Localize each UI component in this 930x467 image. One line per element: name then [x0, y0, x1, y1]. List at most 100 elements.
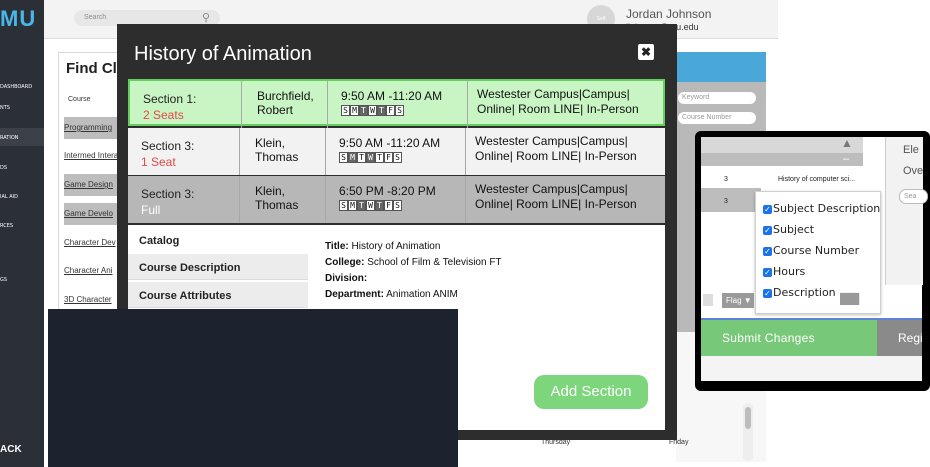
day-box: S [341, 105, 350, 116]
sort-up-icon[interactable]: ▲ [841, 136, 853, 150]
time-cell: 6:50 PM -8:20 PM SMTWTFS [326, 176, 466, 223]
day-box: F [386, 105, 395, 116]
filter-panel-header [676, 52, 766, 82]
day-indicator: SMTWTFS [341, 105, 467, 116]
zoom-search-input[interactable]: Sea [899, 189, 928, 204]
info-department: Department: Animation ANIM [325, 289, 458, 300]
course-number-input[interactable]: Course Number [678, 112, 756, 124]
search-placeholder: Search [84, 14, 107, 21]
register-button[interactable]: Regi [877, 320, 922, 356]
section-name-cell: Section 1: 2 Seats [130, 81, 242, 128]
option-course-number[interactable]: ✓ Course Number [763, 244, 859, 257]
keyword-input[interactable]: Keyword [678, 92, 756, 104]
sidebar-item-dashboard[interactable]: DASHBOARD [0, 84, 32, 90]
tab-course-description[interactable]: Course Description [128, 254, 308, 280]
sidebar-item-registration[interactable]: RATION [0, 135, 19, 141]
day-label-friday: Friday [669, 439, 689, 446]
day-box: T [357, 200, 366, 211]
instructor-last-name: Klein, [255, 184, 286, 198]
location-cell: Westester Campus|Campus| Online| Room LI… [468, 81, 663, 128]
app-logo: MU [0, 6, 37, 31]
day-box: W [366, 152, 375, 163]
course-column-header: Course [68, 96, 91, 103]
day-box: W [368, 105, 377, 116]
zoom-table-subheader [701, 153, 863, 166]
zoom-row-description: History of computer sci... [778, 176, 856, 183]
day-box: M [350, 105, 359, 116]
zoom-square-control[interactable] [703, 294, 713, 306]
day-indicator: SMTWTFS [339, 152, 465, 163]
column-bars-icon: ███ [840, 294, 859, 305]
user-name: Jordan Johnson [626, 7, 712, 21]
checkbox-icon[interactable]: ✓ [763, 267, 772, 277]
location-line-1: Westester Campus|Campus| [475, 182, 628, 196]
option-subject-description[interactable]: ✓ Subject Description [763, 202, 880, 215]
option-hours[interactable]: ✓ Hours [763, 265, 805, 278]
meeting-time: 9:50 AM -11:20 AM [341, 89, 443, 103]
info-college: College: School of Film & Television FT [325, 257, 502, 268]
day-box: T [375, 152, 384, 163]
zoom-table-header [701, 137, 863, 153]
section-row[interactable]: Section 3: Full Klein, Thomas 6:50 PM -8… [128, 176, 665, 223]
tab-catalog[interactable]: Catalog [128, 227, 308, 253]
meeting-time: 9:50 AM -11:20 AM [339, 136, 441, 150]
option-subject[interactable]: ✓ Subject [763, 223, 814, 236]
tab-course-attributes[interactable]: Course Attributes [128, 282, 308, 308]
minus-icon[interactable]: – [843, 153, 849, 165]
day-box: M [348, 200, 357, 211]
day-box: F [384, 152, 393, 163]
section-name: Section 3: [141, 187, 195, 201]
location-line-1: Westester Campus|Campus| [477, 87, 630, 101]
day-box: S [395, 105, 404, 116]
info-division: Division: [325, 273, 368, 284]
flag-dropdown[interactable]: Flag ▼ [722, 293, 754, 308]
checkbox-icon[interactable]: ✓ [763, 204, 772, 214]
sidebar [0, 0, 44, 467]
section-name-cell: Section 3: Full [128, 176, 240, 223]
instructor-first-name: Robert [257, 103, 294, 117]
section-seats: Full [141, 203, 161, 217]
location-line-1: Westester Campus|Campus| [475, 134, 628, 148]
meeting-time: 6:50 PM -8:20 PM [339, 184, 436, 198]
checkbox-icon[interactable]: ✓ [763, 225, 772, 235]
day-indicator: SMTWTFS [339, 200, 465, 211]
sidebar-item-financial-aid[interactable]: IAL AID [0, 194, 18, 200]
checkbox-icon[interactable]: ✓ [763, 288, 772, 298]
day-box: S [339, 200, 348, 211]
search-icon[interactable]: ⚲ [202, 11, 210, 24]
section-row[interactable]: Section 1: 2 Seats Burchfield, Robert 9:… [128, 79, 665, 128]
zoom-table-row-selected[interactable] [701, 188, 761, 212]
sidebar-back-button[interactable]: ACK [0, 444, 22, 455]
time-cell: 9:50 AM -11:20 AM SMTWTFS [328, 81, 468, 128]
day-box: T [375, 200, 384, 211]
sidebar-item-resources[interactable]: RCES [0, 223, 13, 229]
section-name-cell: Section 3: 1 Seat [128, 128, 240, 175]
info-title: Title: History of Animation [325, 241, 441, 252]
sidebar-item-records[interactable]: DS [0, 165, 7, 171]
add-section-button[interactable]: Add Section [534, 375, 648, 409]
location-cell: Westester Campus|Campus| Online| Room LI… [466, 176, 665, 223]
location-cell: Westester Campus|Campus| Online| Room LI… [466, 128, 665, 175]
dark-overlay-panel [48, 309, 458, 467]
modal-title: History of Animation [134, 43, 312, 65]
instructor-first-name: Thomas [255, 150, 299, 164]
section-row[interactable]: Section 3: 1 Seat Klein, Thomas 9:50 AM … [128, 128, 665, 175]
day-box: F [384, 200, 393, 211]
location-line-2: Online| Room LINE| In-Person [475, 149, 637, 163]
sidebar-item-settings[interactable]: GS [0, 277, 7, 283]
day-box: T [377, 105, 386, 116]
location-line-2: Online| Room LINE| In-Person [477, 102, 639, 116]
submit-changes-button[interactable]: Submit Changes [701, 320, 877, 356]
close-icon[interactable]: ✖ [638, 44, 654, 60]
sidebar-item-students[interactable]: NTS [0, 105, 10, 111]
instructor-cell: Burchfield, Robert [242, 81, 328, 128]
option-description[interactable]: ✓ Description [763, 286, 836, 299]
zoom-right-label: Ove [903, 165, 924, 177]
checkbox-icon[interactable]: ✓ [763, 246, 772, 256]
scrollbar-thumb[interactable] [745, 407, 751, 429]
day-box: T [357, 152, 366, 163]
day-box: S [393, 200, 402, 211]
zoom-footer [701, 356, 922, 381]
section-name: Section 1: [143, 92, 197, 106]
section-seats: 1 Seat [141, 155, 176, 169]
